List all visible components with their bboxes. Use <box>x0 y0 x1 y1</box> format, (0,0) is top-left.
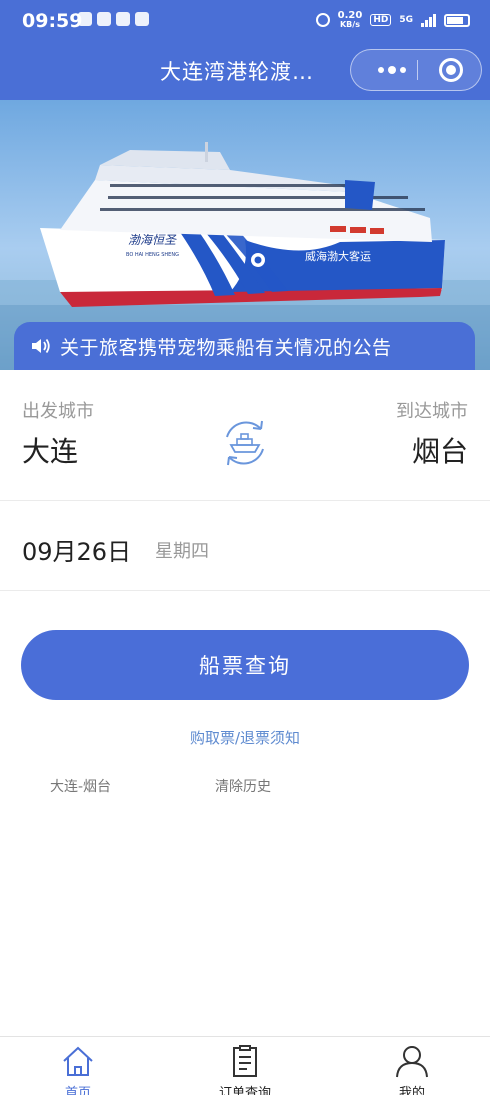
signal-icon <box>421 13 436 27</box>
capsule-divider <box>417 60 418 80</box>
status-time: 09:59 <box>22 10 83 32</box>
tab-home[interactable]: 首页 <box>18 1037 138 1095</box>
hd-badge: HD <box>370 14 392 26</box>
app-notification-icon <box>97 12 111 26</box>
tab-orders[interactable]: 订单查询 <box>185 1037 305 1095</box>
app-notification-icon <box>116 12 130 26</box>
tab-home-label: 首页 <box>64 1086 91 1095</box>
battery-icon <box>444 13 470 27</box>
ship-name-pinyin: BO HAI HENG SHENG <box>126 252 179 258</box>
alarm-icon <box>315 13 330 27</box>
departure-city[interactable]: 大连 <box>22 430 78 470</box>
status-bar: 09:59 0.20 KB/s HD 5G <box>0 0 490 40</box>
departure-date-picker[interactable]: 09月26日 星期四 <box>0 501 490 591</box>
clear-history-button[interactable]: 清除历史 <box>215 776 271 796</box>
more-menu-icon[interactable] <box>369 50 415 89</box>
app-notification-icon <box>135 12 149 26</box>
arrival-city[interactable]: 烟台 <box>412 430 468 470</box>
page-title: 大连湾港轮渡… <box>160 60 314 84</box>
ship-name-cn: 渤海恒圣 <box>128 233 177 247</box>
close-miniprogram-icon[interactable] <box>439 58 463 82</box>
app-notification-icon <box>78 12 92 26</box>
tab-profile-label: 我的 <box>398 1086 425 1095</box>
tab-profile[interactable]: 我的 <box>352 1037 472 1095</box>
arrival-city-label: 到达城市 <box>396 401 468 422</box>
status-right: 0.20 KB/s HD 5G <box>315 11 470 30</box>
search-history-item[interactable]: 大连-烟台 <box>50 776 111 796</box>
ticket-notice-link[interactable]: 购取票/退票须知 <box>0 727 490 748</box>
network-speed-unit: KB/s <box>339 20 360 29</box>
notification-icons <box>78 12 149 26</box>
user-icon <box>396 1046 428 1078</box>
miniprogram-capsule <box>350 49 482 91</box>
document-icon <box>233 1045 257 1077</box>
departure-weekday: 星期四 <box>155 541 209 562</box>
search-tickets-button[interactable]: 船票查询 <box>21 630 469 700</box>
divider <box>0 590 490 591</box>
announcement-bar[interactable]: 关于旅客携带宠物乘船有关情况的公告 <box>14 322 475 370</box>
header-bar: 09:59 0.20 KB/s HD 5G 大连湾港轮渡… <box>0 0 490 100</box>
swap-cities-icon[interactable] <box>217 415 273 471</box>
route-selector: 出发城市 到达城市 大连 烟台 <box>0 370 490 500</box>
ship-hull-text: 威海渤大客运 <box>305 249 371 263</box>
bottom-tab-bar: 首页 订单查询 我的 <box>0 1036 490 1095</box>
home-icon <box>63 1046 93 1076</box>
signal-type: 5G <box>399 15 413 25</box>
departure-city-label: 出发城市 <box>22 401 94 422</box>
departure-date: 09月26日 <box>22 538 132 566</box>
network-speed: 0.20 KB/s <box>338 11 363 30</box>
tab-orders-label: 订单查询 <box>218 1086 271 1095</box>
announcement-text: 关于旅客携带宠物乘船有关情况的公告 <box>60 337 392 359</box>
speaker-icon <box>32 338 50 354</box>
